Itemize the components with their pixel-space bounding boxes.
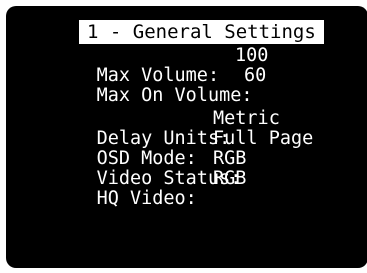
osd-screen: 1 - General Settings Max Volume: 100 Max… xyxy=(6,6,367,268)
menu-item-value: 100 xyxy=(235,45,269,66)
menu-item-max-volume[interactable]: Max Volume: 100 xyxy=(52,46,269,86)
menu-item-max-on-volume[interactable]: Max On Volume: 60 xyxy=(52,66,267,106)
menu-item-hq-video[interactable]: HQ Video: RGB xyxy=(52,169,247,209)
menu-item-value: RGB xyxy=(213,168,247,189)
menu-title: 1 - General Settings xyxy=(79,20,324,44)
menu-item-osd-mode[interactable]: OSD Mode: Full Page xyxy=(52,129,314,169)
menu-item-video-status[interactable]: Video Status: RGB xyxy=(52,149,247,189)
menu-item-value: Metric xyxy=(213,108,280,129)
menu-item-value: 60 xyxy=(244,65,267,86)
menu-item-value: RGB xyxy=(213,148,247,169)
menu-item-label: Max On Volume: xyxy=(96,85,253,106)
menu-item-label: HQ Video: xyxy=(96,188,197,209)
menu-item-delay-units[interactable]: Delay Units: Metric xyxy=(52,109,280,149)
menu-item-value: Full Page xyxy=(213,128,314,149)
